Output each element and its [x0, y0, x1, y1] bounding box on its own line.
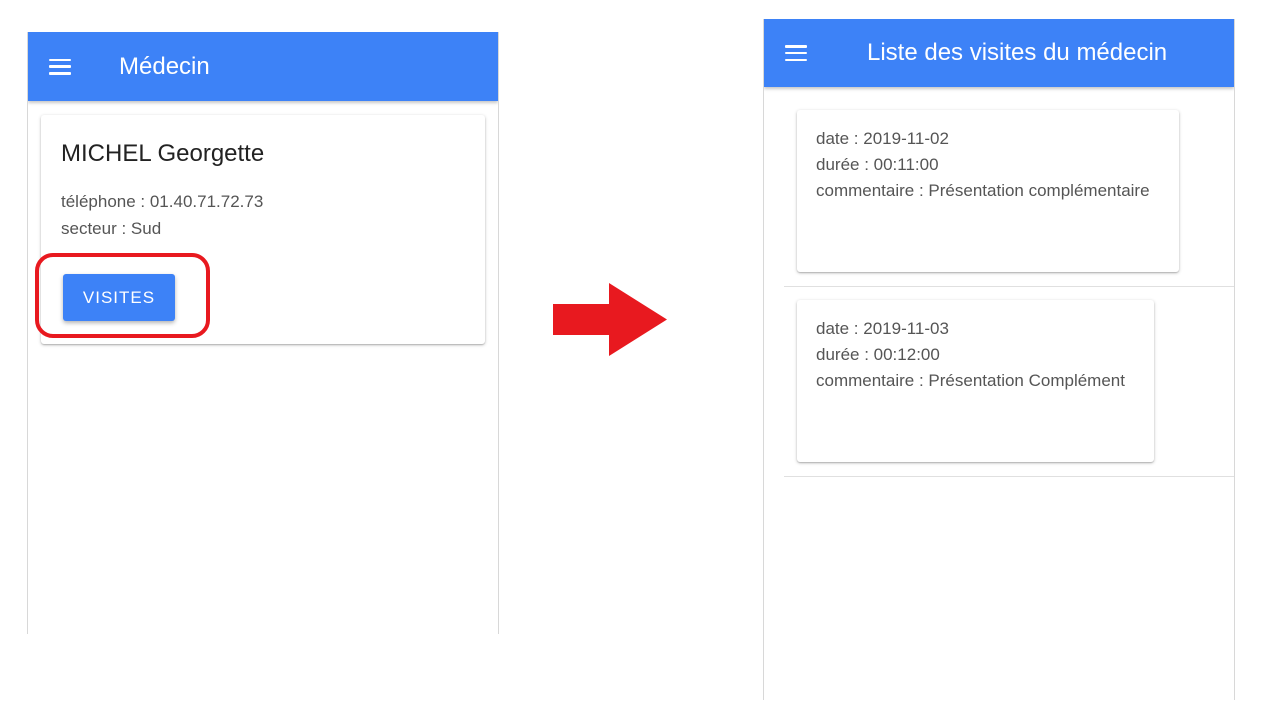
visits-button[interactable]: VISITES: [63, 274, 175, 321]
toolbar: Médecin: [28, 32, 498, 101]
visit-date: date : 2019-11-02: [816, 129, 949, 148]
doctor-name: MICHEL Georgette: [61, 140, 265, 167]
visit-comment: commentaire : Présentation complémentair…: [816, 181, 1150, 200]
visit-card: date : 2019-11-03 durée : 00:12:00 comme…: [797, 300, 1154, 462]
toolbar: Liste des visites du médecin: [764, 19, 1234, 87]
visit-comment: commentaire : Présentation Complément: [816, 371, 1125, 390]
doctor-phone: téléphone : 01.40.71.72.73: [61, 192, 264, 211]
doctor-sector: secteur : Sud: [61, 219, 162, 238]
list-item[interactable]: date : 2019-11-02 durée : 00:11:00 comme…: [784, 97, 1234, 287]
page-title: Liste des visites du médecin: [867, 39, 1168, 66]
doctor-screen: Médecin MICHEL Georgette téléphone : 01.…: [27, 32, 499, 634]
visit-duration: durée : 00:11:00: [816, 155, 939, 174]
arrow-right-icon: [553, 283, 667, 356]
doctor-card: MICHEL Georgette téléphone : 01.40.71.72…: [41, 115, 485, 344]
page-title: Médecin: [119, 52, 210, 80]
hamburger-menu-icon[interactable]: [782, 45, 810, 61]
visit-date: date : 2019-11-03: [816, 319, 949, 338]
hamburger-menu-icon[interactable]: [46, 58, 74, 75]
visits-list-screen: Liste des visites du médecin date : 2019…: [763, 19, 1235, 700]
visit-duration: durée : 00:12:00: [816, 345, 940, 364]
visit-card: date : 2019-11-02 durée : 00:11:00 comme…: [797, 110, 1179, 272]
list-item[interactable]: date : 2019-11-03 durée : 00:12:00 comme…: [784, 287, 1234, 477]
